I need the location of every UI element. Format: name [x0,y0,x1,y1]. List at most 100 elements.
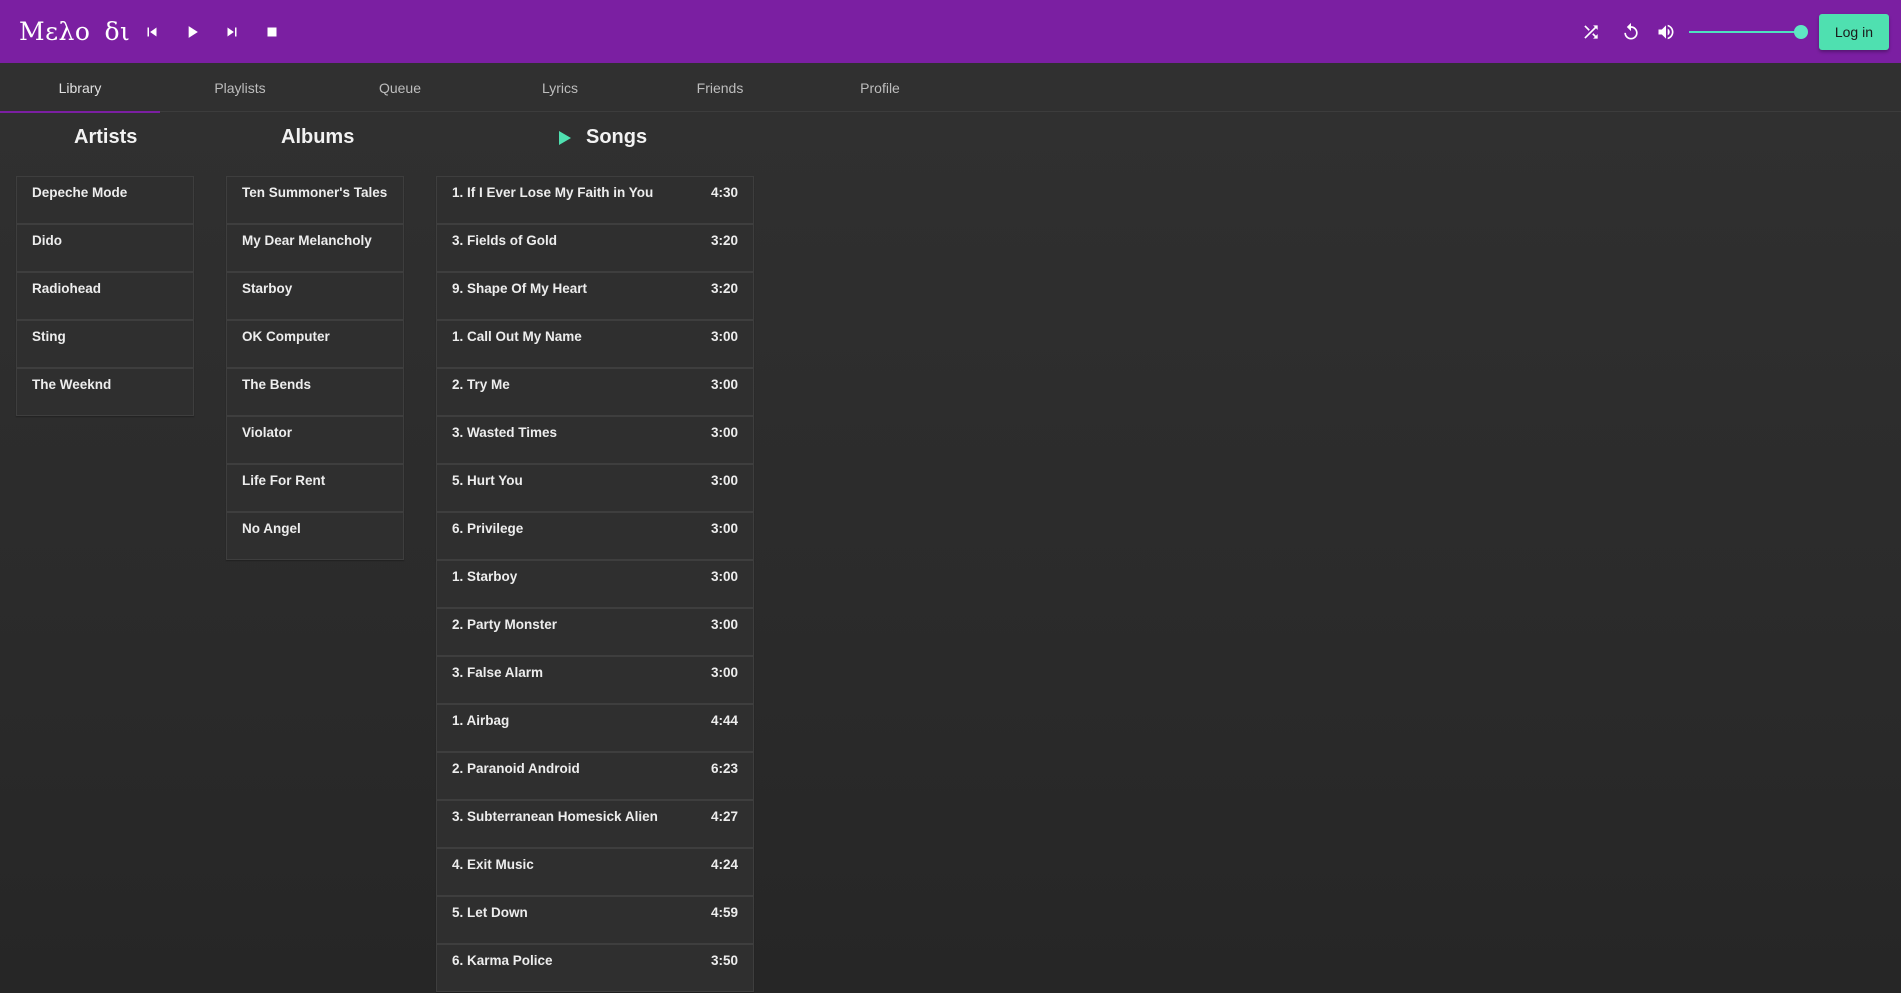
artist-item[interactable]: Radiohead [16,272,194,320]
play-all-icon[interactable] [558,130,574,146]
song-title: 2. Party Monster [452,616,558,632]
artist-name: Sting [32,328,66,344]
tab-playlists[interactable]: Playlists [160,63,320,112]
artist-name: Depeche Mode [32,184,128,200]
song-title: 3. Fields of Gold [452,232,558,248]
song-item[interactable]: 3. Fields of Gold 3:20 [436,224,754,272]
player-options: Log in [1571,0,1889,63]
song-duration: 3:00 [710,568,738,584]
artists-heading: Artists [74,126,138,148]
song-title: 2. Try Me [452,376,510,392]
song-title: 9. Shape Of My Heart [452,280,588,296]
album-name: No Angel [242,520,301,536]
song-item[interactable]: 6. Privilege 3:00 [436,512,754,560]
song-item[interactable]: 2. Party Monster 3:00 [436,608,754,656]
album-item[interactable]: Life For Rent [226,464,404,512]
volume-thumb[interactable] [1793,24,1808,39]
album-item[interactable]: Violator [226,416,404,464]
albums-list: Ten Summoner's Tales My Dear Melancholy St… [226,176,404,560]
main-tabs: Library Playlists Queue Lyrics Friends Profil… [0,63,1901,113]
artist-item[interactable]: Dido [16,224,194,272]
song-title: 5. Let Down [452,904,528,920]
song-duration: 4:59 [710,904,738,920]
album-item[interactable]: My Dear Melancholy [226,224,404,272]
playback-controls [130,12,292,52]
song-title: 6. Karma Police [452,952,553,968]
artist-item[interactable]: Depeche Mode [16,176,194,224]
album-name: Life For Rent [242,472,326,488]
artist-name: Radiohead [32,280,102,296]
song-item[interactable]: 1. Call Out My Name 3:00 [436,320,754,368]
song-item[interactable]: 4. Exit Music 4:24 [436,848,754,896]
tab-queue[interactable]: Queue [320,63,480,112]
album-item[interactable]: The Bends [226,368,404,416]
shuffle-icon[interactable] [1571,12,1611,52]
song-title: 1. Starboy [452,568,518,584]
tab-friends[interactable]: Friends [640,63,800,112]
skip-next-icon[interactable] [212,12,252,52]
logo-text-right: δι [104,17,131,46]
top-app-bar: Μελο δι Log in [0,0,1901,63]
song-item[interactable]: 1. Airbag 4:44 [436,704,754,752]
song-duration: 3:00 [710,616,738,632]
tab-library[interactable]: Library [0,63,160,113]
stop-icon[interactable] [252,12,292,52]
song-item[interactable]: 2. Try Me 3:00 [436,368,754,416]
songs-heading: Songs [558,126,647,149]
song-title: 3. False Alarm [452,664,544,680]
login-button[interactable]: Log in [1818,13,1889,50]
song-title: 1. If I Ever Lose My Faith in You [452,184,654,200]
volume-icon[interactable] [1651,12,1681,52]
song-duration: 4:30 [710,184,738,200]
song-title: 4. Exit Music [452,856,534,872]
artist-item[interactable]: The Weeknd [16,368,194,416]
song-item[interactable]: 6. Karma Police 3:50 [436,944,754,992]
song-item[interactable]: 3. False Alarm 3:00 [436,656,754,704]
logo-text-left: Μελο [19,17,91,46]
skip-previous-icon[interactable] [132,12,172,52]
volume-track [1688,30,1801,33]
song-duration: 3:00 [710,664,738,680]
album-name: OK Computer [242,328,330,344]
artist-name: The Weeknd [32,376,112,392]
song-item[interactable]: 3. Wasted Times 3:00 [436,416,754,464]
song-duration: 4:44 [710,712,738,728]
album-item[interactable]: No Angel [226,512,404,560]
album-name: The Bends [242,376,312,392]
album-name: My Dear Melancholy [242,232,372,248]
song-duration: 3:00 [710,328,738,344]
song-item[interactable]: 1. If I Ever Lose My Faith in You 4:30 [436,176,754,224]
song-item[interactable]: 9. Shape Of My Heart 3:20 [436,272,754,320]
album-item[interactable]: Starboy [226,272,404,320]
song-title: 3. Wasted Times [452,424,558,440]
song-duration: 4:24 [710,856,738,872]
app-logo: Μελο δι [19,17,130,46]
tab-lyrics[interactable]: Lyrics [480,63,640,112]
song-duration: 6:23 [710,760,738,776]
song-duration: 3:50 [710,952,738,968]
album-name: Starboy [242,280,293,296]
song-duration: 3:00 [710,472,738,488]
song-duration: 3:00 [710,376,738,392]
song-duration: 3:20 [710,280,738,296]
album-item[interactable]: OK Computer [226,320,404,368]
song-title: 1. Call Out My Name [452,328,582,344]
album-name: Violator [242,424,293,440]
song-item[interactable]: 1. Starboy 3:00 [436,560,754,608]
artist-item[interactable]: Sting [16,320,194,368]
song-duration: 3:00 [710,520,738,536]
album-item[interactable]: Ten Summoner's Tales [226,176,404,224]
song-item[interactable]: 2. Paranoid Android 6:23 [436,752,754,800]
song-title: 1. Airbag [452,712,510,728]
album-name: Ten Summoner's Tales [242,184,388,200]
song-title: 6. Privilege [452,520,524,536]
artist-name: Dido [32,232,62,248]
song-item[interactable]: 5. Let Down 4:59 [436,896,754,944]
volume-slider[interactable] [1688,22,1808,42]
song-title: 5. Hurt You [452,472,523,488]
tab-profile[interactable]: Profile [800,63,960,112]
song-item[interactable]: 3. Subterranean Homesick Alien 4:27 [436,800,754,848]
repeat-icon[interactable] [1611,12,1651,52]
play-icon[interactable] [172,12,212,52]
song-item[interactable]: 5. Hurt You 3:00 [436,464,754,512]
